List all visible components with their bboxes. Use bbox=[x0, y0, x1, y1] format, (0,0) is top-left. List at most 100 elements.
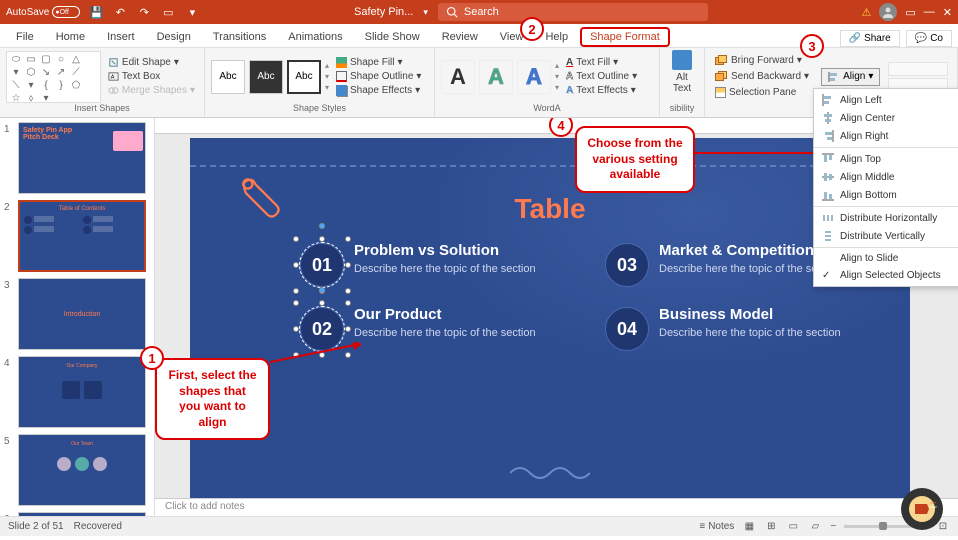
text-outline-button[interactable]: AText Outline ▾ bbox=[563, 70, 640, 83]
number-circle[interactable]: 04 bbox=[605, 307, 649, 351]
callout-1: First, select the shapes that you want t… bbox=[155, 358, 270, 440]
shape-fill-button[interactable]: Shape Fill ▾ bbox=[333, 56, 424, 69]
align-right[interactable]: Align Right bbox=[814, 127, 958, 145]
comments-button[interactable]: 💬Co bbox=[906, 30, 952, 47]
slideshow-view-icon[interactable]: ▱ bbox=[808, 520, 822, 534]
item-desc[interactable]: Describe here the topic of the section bbox=[354, 326, 536, 340]
thumbnail-4[interactable]: Our Company bbox=[18, 356, 146, 428]
slide-title[interactable]: Table bbox=[514, 193, 585, 225]
status-bar: Slide 2 of 51 Recovered ≡Notes ▦ ⊞ ▭ ▱ −… bbox=[0, 516, 958, 536]
shape-style-1[interactable]: Abc bbox=[211, 60, 245, 94]
user-avatar[interactable] bbox=[879, 3, 897, 21]
document-title[interactable]: Safety Pin... bbox=[354, 6, 413, 18]
callout-badge-1: 1 bbox=[140, 346, 164, 370]
shape-styles-gallery[interactable]: Abc Abc Abc ▴▾▾ bbox=[211, 60, 329, 94]
save-icon[interactable]: 💾 bbox=[88, 4, 104, 20]
item-desc[interactable]: Describe here the topic of the section bbox=[659, 326, 841, 340]
wordart-style-3[interactable]: A bbox=[517, 60, 551, 94]
selection-pane-button[interactable]: Selection Pane bbox=[711, 85, 813, 100]
slide-thumbnails: 1Safety Pin AppPitch Deck 2Table of Cont… bbox=[0, 118, 155, 516]
send-backward-button[interactable]: Send Backward ▾ bbox=[711, 69, 813, 84]
align-top[interactable]: Align Top bbox=[814, 150, 958, 168]
align-button[interactable]: Align ▾ bbox=[821, 68, 880, 86]
slide-counter[interactable]: Slide 2 of 51 bbox=[8, 521, 64, 532]
slide-canvas[interactable]: Table 01 Problem vs SolutionDescribe her… bbox=[190, 138, 910, 508]
shape-style-2[interactable]: Abc bbox=[249, 60, 283, 94]
shapes-gallery[interactable]: ⬭▭▢○△▾ ⬡↘↗⟋⟍▾ {}⬠☆⬨▾ bbox=[6, 51, 101, 103]
wordart-style-1[interactable]: A bbox=[441, 60, 475, 94]
notes-placeholder: Click to add notes bbox=[165, 501, 245, 512]
dashed-line-decor bbox=[190, 156, 910, 176]
thumbnail-3[interactable]: Introduction bbox=[18, 278, 146, 350]
search-icon bbox=[446, 6, 458, 18]
wordart-gallery[interactable]: A A A ▴▾▾ bbox=[441, 60, 559, 94]
close-icon[interactable]: ✕ bbox=[943, 6, 952, 19]
edit-shape-button[interactable]: Edit Shape ▾ bbox=[105, 56, 198, 69]
align-menu: Align Left Align Center Align Right Alig… bbox=[813, 88, 958, 287]
text-box-button[interactable]: AText Box bbox=[105, 70, 198, 83]
start-slideshow-icon[interactable]: ▭ bbox=[160, 4, 176, 20]
item-heading[interactable]: Business Model bbox=[659, 307, 841, 324]
zoom-out[interactable]: − bbox=[830, 521, 836, 532]
tab-home[interactable]: Home bbox=[46, 27, 95, 47]
item-desc[interactable]: Describe here the topic of the section bbox=[354, 262, 536, 276]
selection-handles[interactable] bbox=[296, 239, 348, 291]
group-wordart-styles: WordA bbox=[441, 103, 653, 115]
tab-insert[interactable]: Insert bbox=[97, 27, 145, 47]
item-heading[interactable]: Our Product bbox=[354, 307, 536, 324]
minimize-icon[interactable]: — bbox=[924, 6, 935, 18]
notes-pane[interactable]: Click to add notes bbox=[155, 498, 958, 516]
normal-view-icon[interactable]: ▦ bbox=[742, 520, 756, 534]
item-heading[interactable]: Problem vs Solution bbox=[354, 243, 536, 260]
thumbnail-1[interactable]: Safety Pin AppPitch Deck bbox=[18, 122, 146, 194]
alt-text-button[interactable]: Alt Text bbox=[666, 50, 698, 94]
qat-more-icon[interactable]: ▾ bbox=[184, 4, 200, 20]
text-fill-button[interactable]: AText Fill ▾ bbox=[563, 56, 640, 69]
align-middle[interactable]: Align Middle bbox=[814, 168, 958, 186]
align-label: Align bbox=[843, 71, 865, 82]
tab-transitions[interactable]: Transitions bbox=[203, 27, 276, 47]
content-item-04[interactable]: 04 Business Model Describe here the topic… bbox=[605, 307, 850, 351]
shape-effects-button[interactable]: Shape Effects ▾ bbox=[333, 84, 424, 97]
align-bottom[interactable]: Align Bottom bbox=[814, 186, 958, 204]
content-item-01[interactable]: 01 Problem vs SolutionDescribe here the … bbox=[300, 243, 545, 287]
callout-4-text: Choose from the various setting availabl… bbox=[587, 136, 682, 181]
search-box[interactable]: Search bbox=[438, 3, 708, 21]
redo-icon[interactable]: ↷ bbox=[136, 4, 152, 20]
thumbnail-5[interactable]: Our Team bbox=[18, 434, 146, 506]
align-selected-objects[interactable]: ✓Align Selected Objects bbox=[814, 267, 958, 284]
thumb-num: 5 bbox=[4, 434, 14, 506]
share-button[interactable]: 🔗Share bbox=[840, 30, 900, 47]
squiggle-decor bbox=[510, 463, 590, 483]
thumbnail-2[interactable]: Table of Contents bbox=[18, 200, 146, 272]
tab-design[interactable]: Design bbox=[147, 27, 201, 47]
warning-icon[interactable]: ⚠ bbox=[862, 6, 872, 19]
align-to-slide[interactable]: Align to Slide bbox=[814, 250, 958, 267]
align-center[interactable]: Align Center bbox=[814, 109, 958, 127]
thumbnail-6[interactable] bbox=[18, 512, 146, 516]
shape-style-3[interactable]: Abc bbox=[287, 60, 321, 94]
callout-badge-2: 2 bbox=[520, 17, 544, 41]
distribute-horizontally[interactable]: Distribute Horizontally bbox=[814, 209, 958, 227]
svg-text:PRESENTATIONS: PRESENTATIONS bbox=[930, 505, 937, 509]
zoom-slider[interactable] bbox=[844, 525, 914, 528]
tab-animations[interactable]: Animations bbox=[278, 27, 352, 47]
align-left[interactable]: Align Left bbox=[814, 91, 958, 109]
tab-file[interactable]: File bbox=[6, 27, 44, 47]
ribbon-display-icon[interactable]: ▭ bbox=[905, 6, 915, 19]
text-effects-button[interactable]: AText Effects ▾ bbox=[563, 84, 640, 97]
distribute-vertically[interactable]: Distribute Vertically bbox=[814, 227, 958, 245]
tab-slide-show[interactable]: Slide Show bbox=[355, 27, 430, 47]
tab-shape-format[interactable]: Shape Format bbox=[580, 27, 670, 47]
shape-outline-button[interactable]: Shape Outline ▾ bbox=[333, 70, 424, 83]
bring-forward-button[interactable]: Bring Forward ▾ bbox=[711, 53, 813, 68]
autosave-toggle[interactable]: AutoSave ●Off bbox=[6, 6, 80, 18]
notes-button[interactable]: ≡Notes bbox=[699, 521, 734, 532]
undo-icon[interactable]: ↶ bbox=[112, 4, 128, 20]
group-shape-styles: Shape Styles bbox=[211, 103, 428, 115]
wordart-style-2[interactable]: A bbox=[479, 60, 513, 94]
number-circle[interactable]: 03 bbox=[605, 243, 649, 287]
reading-view-icon[interactable]: ▭ bbox=[786, 520, 800, 534]
tab-review[interactable]: Review bbox=[432, 27, 488, 47]
sorter-view-icon[interactable]: ⊞ bbox=[764, 520, 778, 534]
